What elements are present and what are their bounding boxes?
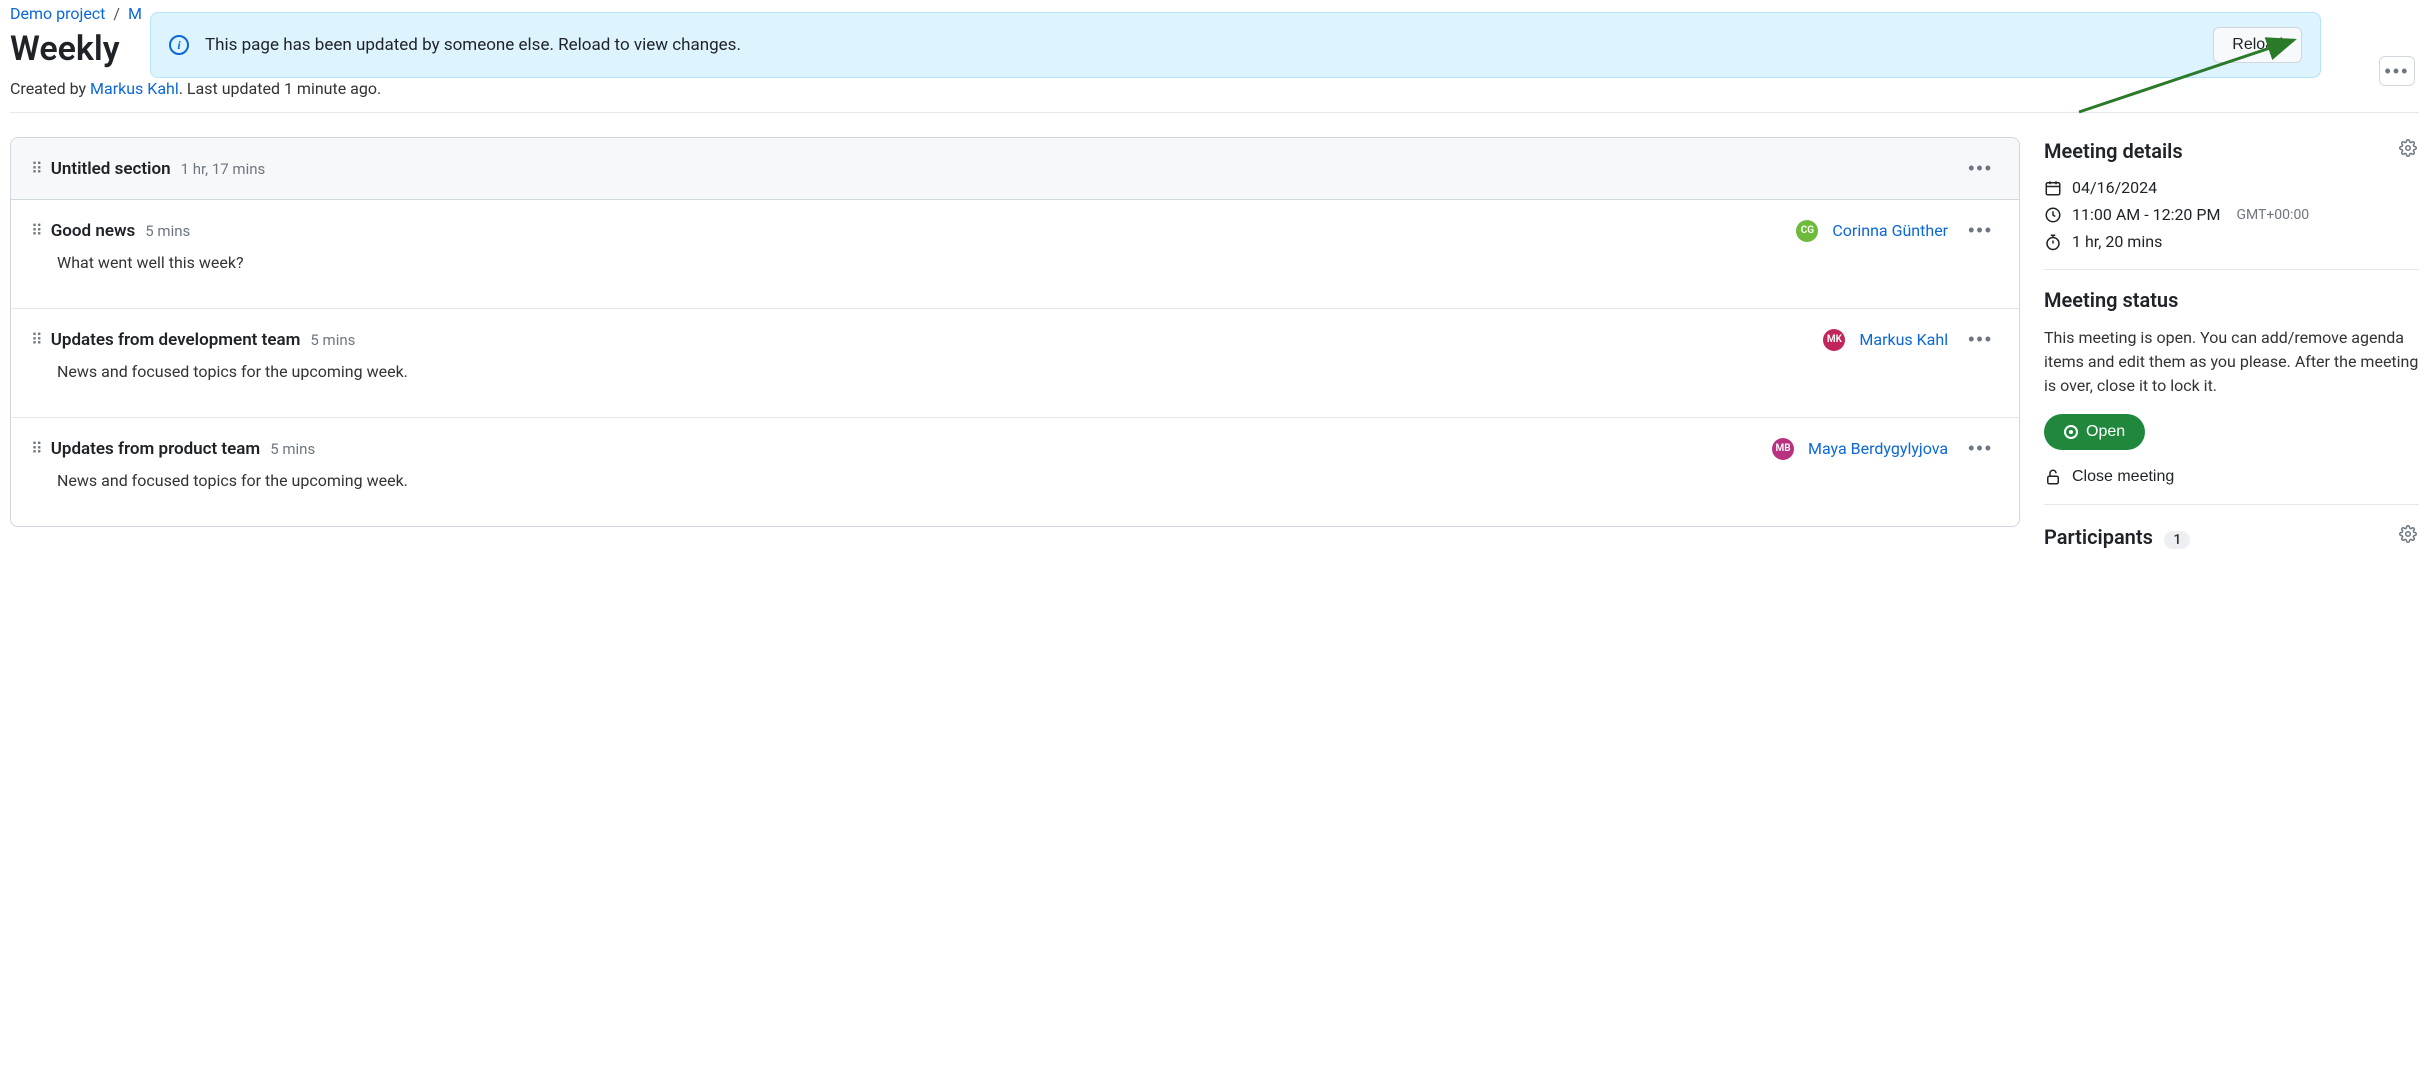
page-more-button[interactable]: ••• bbox=[2379, 56, 2415, 86]
meeting-details-section: Meeting details 04/16/2024 11:00 AM - 12… bbox=[2044, 137, 2419, 251]
drag-handle-icon[interactable]: ⠿ bbox=[31, 221, 41, 240]
stopwatch-icon bbox=[2044, 233, 2062, 251]
agenda-title: Updates from development team bbox=[51, 330, 301, 350]
agenda-more-button[interactable]: ••• bbox=[1962, 218, 1999, 243]
detail-date-row: 04/16/2024 bbox=[2044, 178, 2419, 197]
section-duration: 1 hr, 17 mins bbox=[181, 160, 266, 178]
close-meeting-label: Close meeting bbox=[2072, 468, 2174, 486]
reload-button[interactable]: Reload bbox=[2213, 27, 2302, 63]
agenda-title: Updates from product team bbox=[51, 439, 260, 459]
drag-handle-icon[interactable]: ⠿ bbox=[31, 439, 41, 458]
status-text: This meeting is open. You can add/remove… bbox=[2044, 326, 2419, 398]
assignee-link[interactable]: Corinna Günther bbox=[1832, 221, 1948, 240]
agenda-item: ⠿ Updates from product team 5 mins MB Ma… bbox=[11, 418, 2019, 526]
avatar: MK bbox=[1823, 329, 1845, 351]
clock-icon bbox=[2044, 206, 2062, 224]
page-meta: Created by Markus Kahl. Last updated 1 m… bbox=[10, 79, 2419, 98]
assignee-link[interactable]: Markus Kahl bbox=[1859, 330, 1948, 349]
section-title: Untitled section bbox=[51, 159, 171, 179]
agenda-duration: 5 mins bbox=[145, 222, 190, 240]
participants-heading: Participants bbox=[2044, 525, 2153, 549]
open-status-button[interactable]: Open bbox=[2044, 414, 2145, 450]
agenda-duration: 5 mins bbox=[310, 331, 355, 349]
open-label: Open bbox=[2086, 423, 2125, 441]
agenda-body: What went well this week? bbox=[57, 253, 1999, 272]
agenda-body: News and focused topics for the upcoming… bbox=[57, 362, 1999, 381]
update-banner: i This page has been updated by someone … bbox=[150, 12, 2321, 78]
participants-count: 1 bbox=[2164, 531, 2190, 549]
agenda-item: ⠿ Updates from development team 5 mins M… bbox=[11, 309, 2019, 418]
agenda-item: ⠿ Good news 5 mins CG Corinna Günther ••… bbox=[11, 200, 2019, 309]
section-more-button[interactable]: ••• bbox=[1962, 156, 1999, 181]
gear-icon[interactable] bbox=[2397, 137, 2419, 164]
detail-duration: 1 hr, 20 mins bbox=[2072, 232, 2162, 251]
avatar: MB bbox=[1772, 438, 1794, 460]
meeting-status-heading: Meeting status bbox=[2044, 288, 2178, 312]
calendar-icon bbox=[2044, 179, 2062, 197]
meeting-details-heading: Meeting details bbox=[2044, 139, 2183, 163]
detail-duration-row: 1 hr, 20 mins bbox=[2044, 232, 2419, 251]
agenda-title: Good news bbox=[51, 221, 136, 241]
info-icon: i bbox=[169, 35, 189, 55]
agenda-body: News and focused topics for the upcoming… bbox=[57, 471, 1999, 490]
breadcrumb-current[interactable]: M bbox=[128, 4, 142, 23]
agenda-section: ⠿ Untitled section 1 hr, 17 mins ••• ⠿ G… bbox=[10, 137, 2020, 527]
avatar: CG bbox=[1796, 220, 1818, 242]
drag-handle-icon[interactable]: ⠿ bbox=[31, 330, 41, 349]
close-meeting-button[interactable]: Close meeting bbox=[2044, 468, 2174, 486]
open-dot-icon bbox=[2064, 425, 2078, 439]
unlock-icon bbox=[2044, 468, 2062, 486]
meta-author[interactable]: Markus Kahl bbox=[90, 79, 179, 98]
breadcrumb-separator: / bbox=[113, 4, 120, 23]
header-divider bbox=[10, 112, 2419, 113]
gear-icon[interactable] bbox=[2397, 523, 2419, 550]
agenda-more-button[interactable]: ••• bbox=[1962, 436, 1999, 461]
breadcrumb-project[interactable]: Demo project bbox=[10, 4, 105, 23]
detail-timezone: GMT+00:00 bbox=[2236, 207, 2309, 223]
assignee-link[interactable]: Maya Berdygylyjova bbox=[1808, 439, 1948, 458]
meta-suffix: . Last updated 1 minute ago. bbox=[179, 79, 381, 98]
meta-prefix: Created by bbox=[10, 79, 90, 98]
section-header: ⠿ Untitled section 1 hr, 17 mins ••• bbox=[11, 138, 2019, 200]
drag-handle-icon[interactable]: ⠿ bbox=[31, 159, 41, 178]
banner-message: This page has been updated by someone el… bbox=[205, 35, 741, 55]
participants-section: Participants 1 bbox=[2044, 523, 2419, 550]
detail-time: 11:00 AM - 12:20 PM bbox=[2072, 205, 2220, 224]
detail-time-row: 11:00 AM - 12:20 PM GMT+00:00 bbox=[2044, 205, 2419, 224]
side-divider bbox=[2044, 504, 2419, 505]
agenda-duration: 5 mins bbox=[270, 440, 315, 458]
meeting-status-section: Meeting status This meeting is open. You… bbox=[2044, 288, 2419, 486]
detail-date: 04/16/2024 bbox=[2072, 178, 2157, 197]
side-divider bbox=[2044, 269, 2419, 270]
agenda-more-button[interactable]: ••• bbox=[1962, 327, 1999, 352]
